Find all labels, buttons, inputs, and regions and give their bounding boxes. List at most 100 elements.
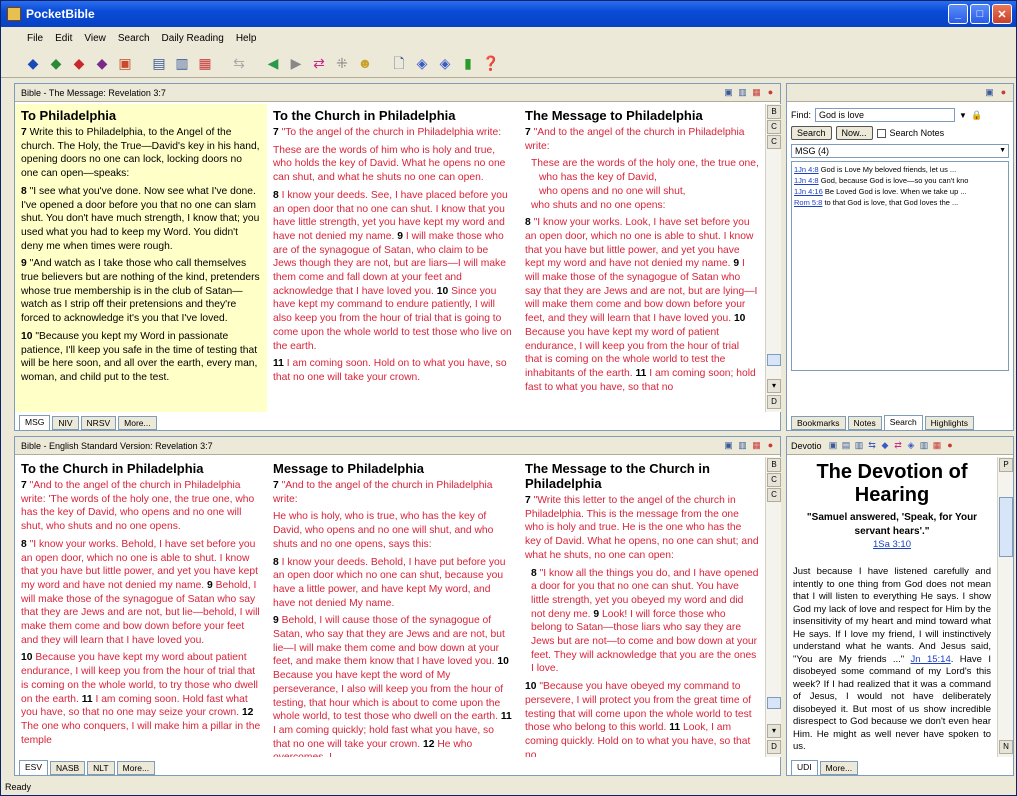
menu-daily-reading[interactable]: Daily Reading [156, 33, 230, 44]
layout-icon[interactable]: ▣ [723, 440, 734, 451]
tab-more[interactable]: More... [118, 416, 157, 430]
side-c[interactable]: C [767, 473, 781, 487]
close-pane-icon[interactable]: ● [765, 440, 776, 451]
dropdown-icon[interactable]: ▼ [959, 111, 967, 120]
highlight-icon[interactable]: ▮ [458, 53, 478, 73]
help-icon[interactable]: ❓ [481, 53, 501, 73]
side-c2[interactable]: C [767, 135, 781, 149]
options-icon[interactable]: ▦ [751, 440, 762, 451]
column-niv[interactable]: To the Church in Philadelphia 7 "To the … [267, 104, 519, 412]
sync-icon[interactable]: ⇆ [867, 440, 878, 451]
devotion-content[interactable]: The Devotion of Hearing "Samuel answered… [787, 457, 997, 757]
nav-back-icon[interactable]: ◈ [412, 53, 432, 73]
scrollbar[interactable]: P N [997, 457, 1013, 757]
nav-icon[interactable]: ◆ [880, 440, 891, 451]
side-b[interactable]: B [767, 458, 781, 472]
devotion-ref-link[interactable]: 1Sa 3:10 [793, 538, 991, 552]
layout-icon[interactable]: ▣ [723, 87, 734, 98]
tab-bookmarks[interactable]: Bookmarks [791, 416, 846, 430]
menu-help[interactable]: Help [230, 33, 263, 44]
search-doc-icon[interactable]: 🗋 [389, 53, 409, 73]
tab-esv[interactable]: ESV [19, 760, 49, 775]
nav-forward-icon[interactable]: ◈ [435, 53, 455, 73]
side-b[interactable]: B [767, 105, 781, 119]
minimize-button[interactable]: _ [948, 4, 968, 24]
tab-niv[interactable]: NIV [52, 416, 79, 430]
column-nasb[interactable]: Message to Philadelphia 7 "And to the an… [267, 457, 519, 757]
column-nrsv[interactable]: The Message to Philadelphia 7 "And to th… [519, 104, 765, 412]
version-select[interactable]: MSG (4) ▼ [791, 144, 1009, 158]
notes-icon[interactable]: ▣ [115, 53, 135, 73]
link-icon[interactable]: ⇄ [309, 53, 329, 73]
options-icon[interactable]: ▦ [751, 87, 762, 98]
columns-icon[interactable]: ▥ [919, 440, 930, 451]
close-pane-icon[interactable]: ● [998, 87, 1009, 98]
list-item[interactable]: Rom 5:8 to that God is love, that God lo… [794, 197, 1006, 208]
print-icon[interactable]: ▥ [172, 53, 192, 73]
menu-search[interactable]: Search [112, 33, 156, 44]
book-icon[interactable]: ◆ [92, 53, 112, 73]
column-msg[interactable]: To Philadelphia 7 Write this to Philadel… [15, 104, 267, 412]
back-icon[interactable]: ◀ [263, 53, 283, 73]
lock-icon[interactable]: 🔒 [971, 110, 982, 121]
column-esv[interactable]: To the Church in Philadelphia 7 "And to … [15, 457, 267, 757]
side-d[interactable]: D [767, 395, 781, 409]
tab-nlt[interactable]: NLT [87, 761, 115, 775]
bible-icon[interactable]: ◆ [23, 53, 43, 73]
copy-icon[interactable]: ▤ [149, 53, 169, 73]
close-button[interactable]: ✕ [992, 4, 1012, 24]
side-n[interactable]: N [999, 740, 1013, 754]
now-button[interactable]: Now... [835, 126, 873, 140]
tab-msg[interactable]: MSG [19, 415, 51, 430]
layout-icon[interactable]: ▣ [984, 87, 995, 98]
commentary-icon[interactable]: ◆ [46, 53, 66, 73]
columns-icon[interactable]: ▥ [737, 440, 748, 451]
tab-search[interactable]: Search [883, 415, 923, 430]
maximize-button[interactable]: □ [970, 4, 990, 24]
nav-back-icon[interactable]: ◈ [906, 440, 917, 451]
link-icon[interactable]: ⇄ [893, 440, 904, 451]
list-item[interactable]: 1Jn 4:16 Be Loved God is love. When we t… [794, 186, 1006, 197]
scrollbar[interactable]: B C C ▾ D [765, 104, 781, 412]
forward-icon[interactable]: ▶ [286, 53, 306, 73]
tab-udi[interactable]: UDI [791, 760, 818, 775]
tab-nasb[interactable]: NASB [50, 761, 86, 775]
tab-more[interactable]: More... [116, 761, 156, 775]
side-d[interactable]: D [767, 740, 781, 754]
close-pane-icon[interactable]: ● [945, 440, 956, 451]
layout-icon[interactable]: ▥ [854, 440, 865, 451]
user-icon[interactable]: ☻ [355, 53, 375, 73]
close-pane-icon[interactable]: ● [765, 87, 776, 98]
scroll-thumb[interactable] [767, 697, 781, 709]
layout-icon[interactable]: ▦ [195, 53, 215, 73]
sync-icon[interactable]: ⇆ [229, 53, 249, 73]
options-icon[interactable]: ▦ [932, 440, 943, 451]
scripture-link[interactable]: Jn 15:14 [911, 654, 951, 665]
menu-edit[interactable]: Edit [49, 33, 78, 44]
side-c2[interactable]: C [767, 488, 781, 502]
list-item[interactable]: 1Jn 4:8 God is Love My beloved friends, … [794, 164, 1006, 175]
search-notes-checkbox[interactable] [876, 128, 886, 138]
print-icon[interactable]: ▤ [841, 440, 852, 451]
tab-notes[interactable]: Notes [847, 416, 882, 430]
split-icon[interactable]: ⁜ [332, 53, 352, 73]
menu-view[interactable]: View [78, 33, 112, 44]
tab-highlights[interactable]: Highlights [924, 416, 974, 430]
list-item[interactable]: 1Jn 4:8 God, because God is love—so you … [794, 175, 1006, 186]
dictionary-icon[interactable]: ◆ [69, 53, 89, 73]
find-input[interactable]: God is love [815, 108, 956, 122]
menu-file[interactable]: File [21, 33, 49, 44]
scroll-thumb[interactable] [999, 497, 1013, 557]
tab-nrsv[interactable]: NRSV [80, 416, 117, 430]
column-nlt[interactable]: The Message to the Church in Philadelphi… [519, 457, 765, 757]
scroll-down-icon[interactable]: ▾ [767, 724, 781, 738]
tab-more[interactable]: More... [819, 761, 859, 775]
scroll-thumb[interactable] [767, 354, 781, 366]
columns-icon[interactable]: ▥ [737, 87, 748, 98]
search-button[interactable]: Search [791, 126, 832, 140]
copy-icon[interactable]: ▣ [828, 440, 839, 451]
side-p[interactable]: P [999, 458, 1013, 472]
scroll-down-icon[interactable]: ▾ [767, 379, 781, 393]
side-c[interactable]: C [767, 120, 781, 134]
scrollbar[interactable]: B C C ▾ D [765, 457, 781, 757]
